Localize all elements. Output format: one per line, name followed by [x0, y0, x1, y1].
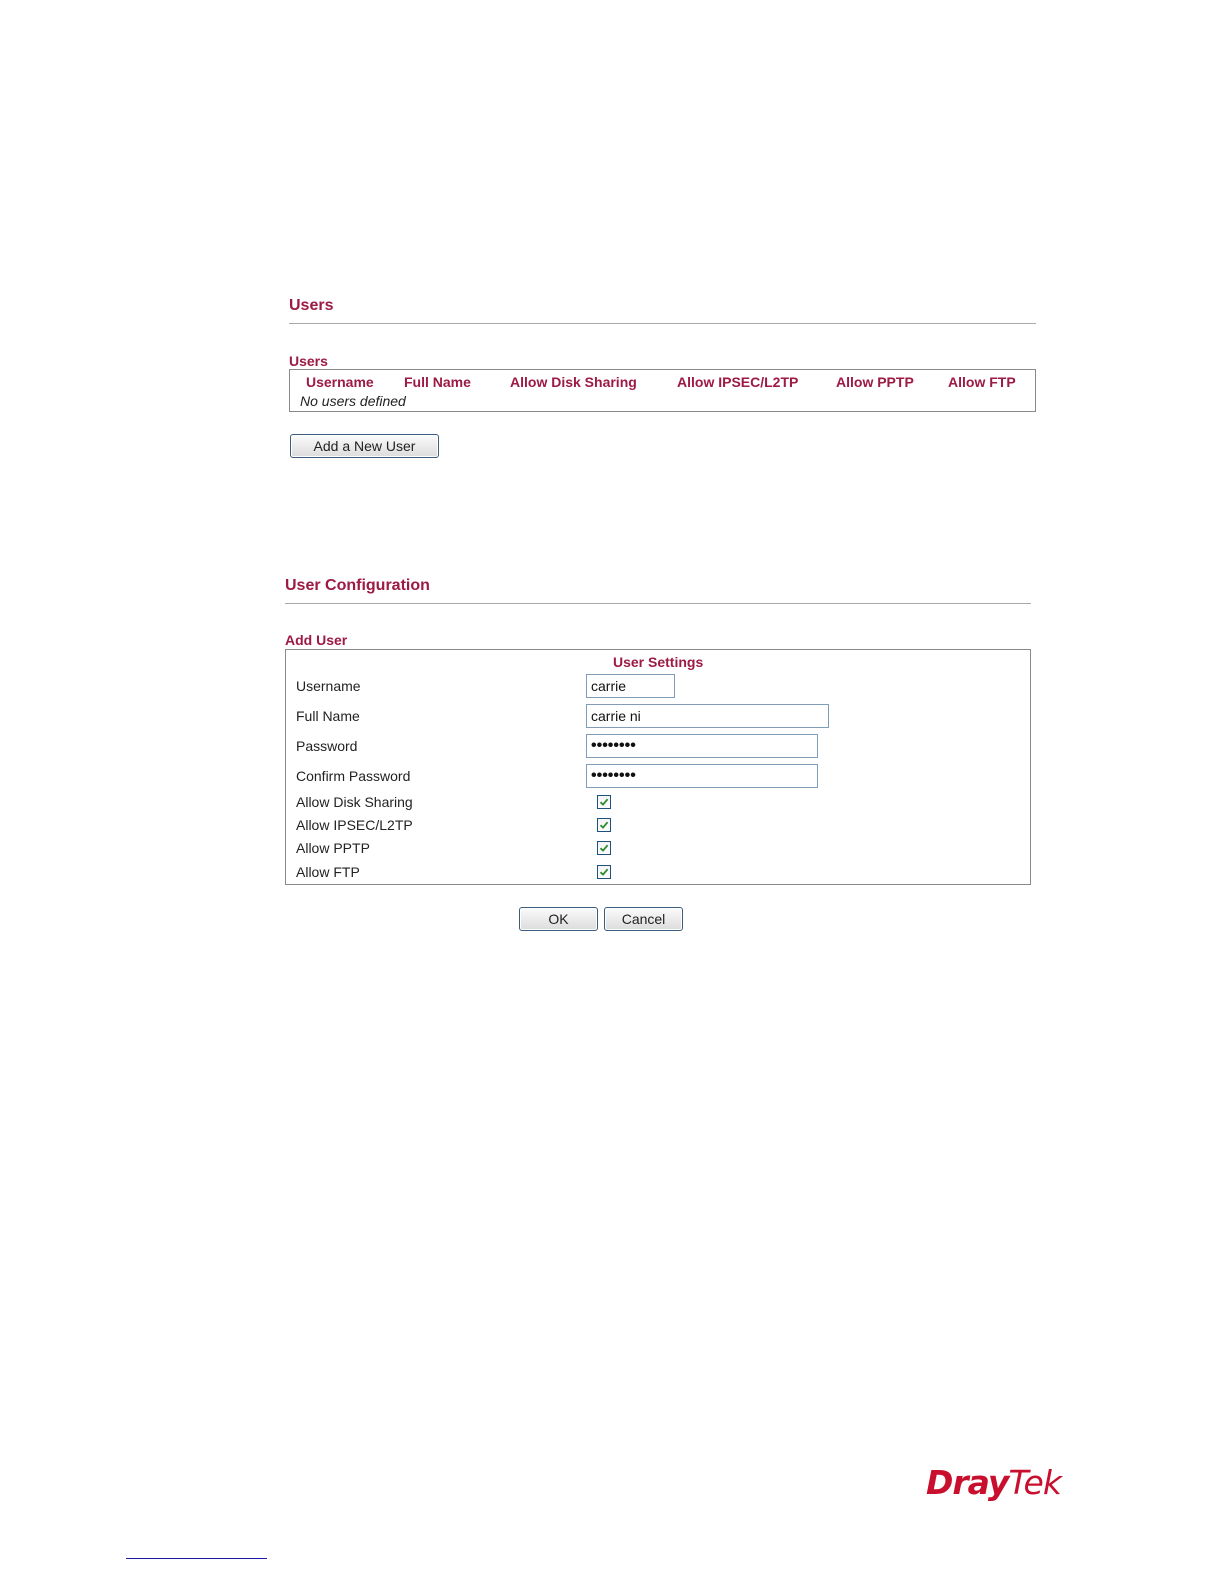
column-header-allow-pptp: Allow PPTP	[836, 374, 914, 390]
full-name-label: Full Name	[296, 708, 360, 724]
allow-disk-sharing-label: Allow Disk Sharing	[296, 794, 413, 810]
allow-disk-sharing-checkbox[interactable]	[597, 795, 611, 809]
allow-ipsec-l2tp-label: Allow IPSEC/L2TP	[296, 817, 413, 833]
add-user-title: Add User	[285, 632, 348, 648]
checkmark-icon	[599, 868, 609, 876]
users-table-title: Users	[289, 353, 328, 369]
user-configuration-title: User Configuration	[285, 577, 430, 594]
logo-part-dray: Dray	[926, 1463, 1009, 1502]
add-new-user-button[interactable]: Add a New User	[290, 434, 439, 458]
username-label: Username	[296, 678, 361, 694]
allow-pptp-checkbox[interactable]	[597, 841, 611, 855]
users-section-title: Users	[289, 297, 334, 314]
column-header-allow-ipsec-l2tp: Allow IPSEC/L2TP	[677, 374, 799, 390]
checkmark-icon	[599, 844, 609, 852]
allow-ipsec-l2tp-checkbox[interactable]	[597, 818, 611, 832]
footer-divider	[126, 1558, 267, 1559]
logo-part-tek: Tek	[1008, 1463, 1061, 1502]
column-header-allow-ftp: Allow FTP	[948, 374, 1016, 390]
checkmark-icon	[599, 821, 609, 829]
users-section-divider	[289, 323, 1036, 324]
full-name-input[interactable]: carrie ni	[586, 704, 829, 728]
password-label: Password	[296, 738, 358, 754]
confirm-password-input[interactable]: ••••••••	[586, 764, 818, 788]
add-user-form: User Settings Username carrie Full Name …	[285, 649, 1031, 885]
cancel-button[interactable]: Cancel	[604, 907, 683, 931]
column-header-username: Username	[306, 374, 374, 390]
allow-ftp-checkbox[interactable]	[597, 865, 611, 879]
checkmark-icon	[599, 798, 609, 806]
column-header-full-name: Full Name	[404, 374, 471, 390]
username-input[interactable]: carrie	[586, 674, 675, 698]
confirm-password-label: Confirm Password	[296, 768, 411, 784]
ok-button[interactable]: OK	[519, 907, 598, 931]
user-configuration-divider	[285, 603, 1031, 604]
user-settings-header: User Settings	[613, 654, 704, 670]
users-table: Username Full Name Allow Disk Sharing Al…	[289, 369, 1036, 412]
allow-pptp-label: Allow PPTP	[296, 840, 370, 856]
empty-table-message: No users defined	[300, 393, 406, 409]
draytek-logo: DrayTek	[926, 1463, 1062, 1502]
password-input[interactable]: ••••••••	[586, 734, 818, 758]
allow-ftp-label: Allow FTP	[296, 864, 360, 880]
column-header-allow-disk-sharing: Allow Disk Sharing	[510, 374, 637, 390]
